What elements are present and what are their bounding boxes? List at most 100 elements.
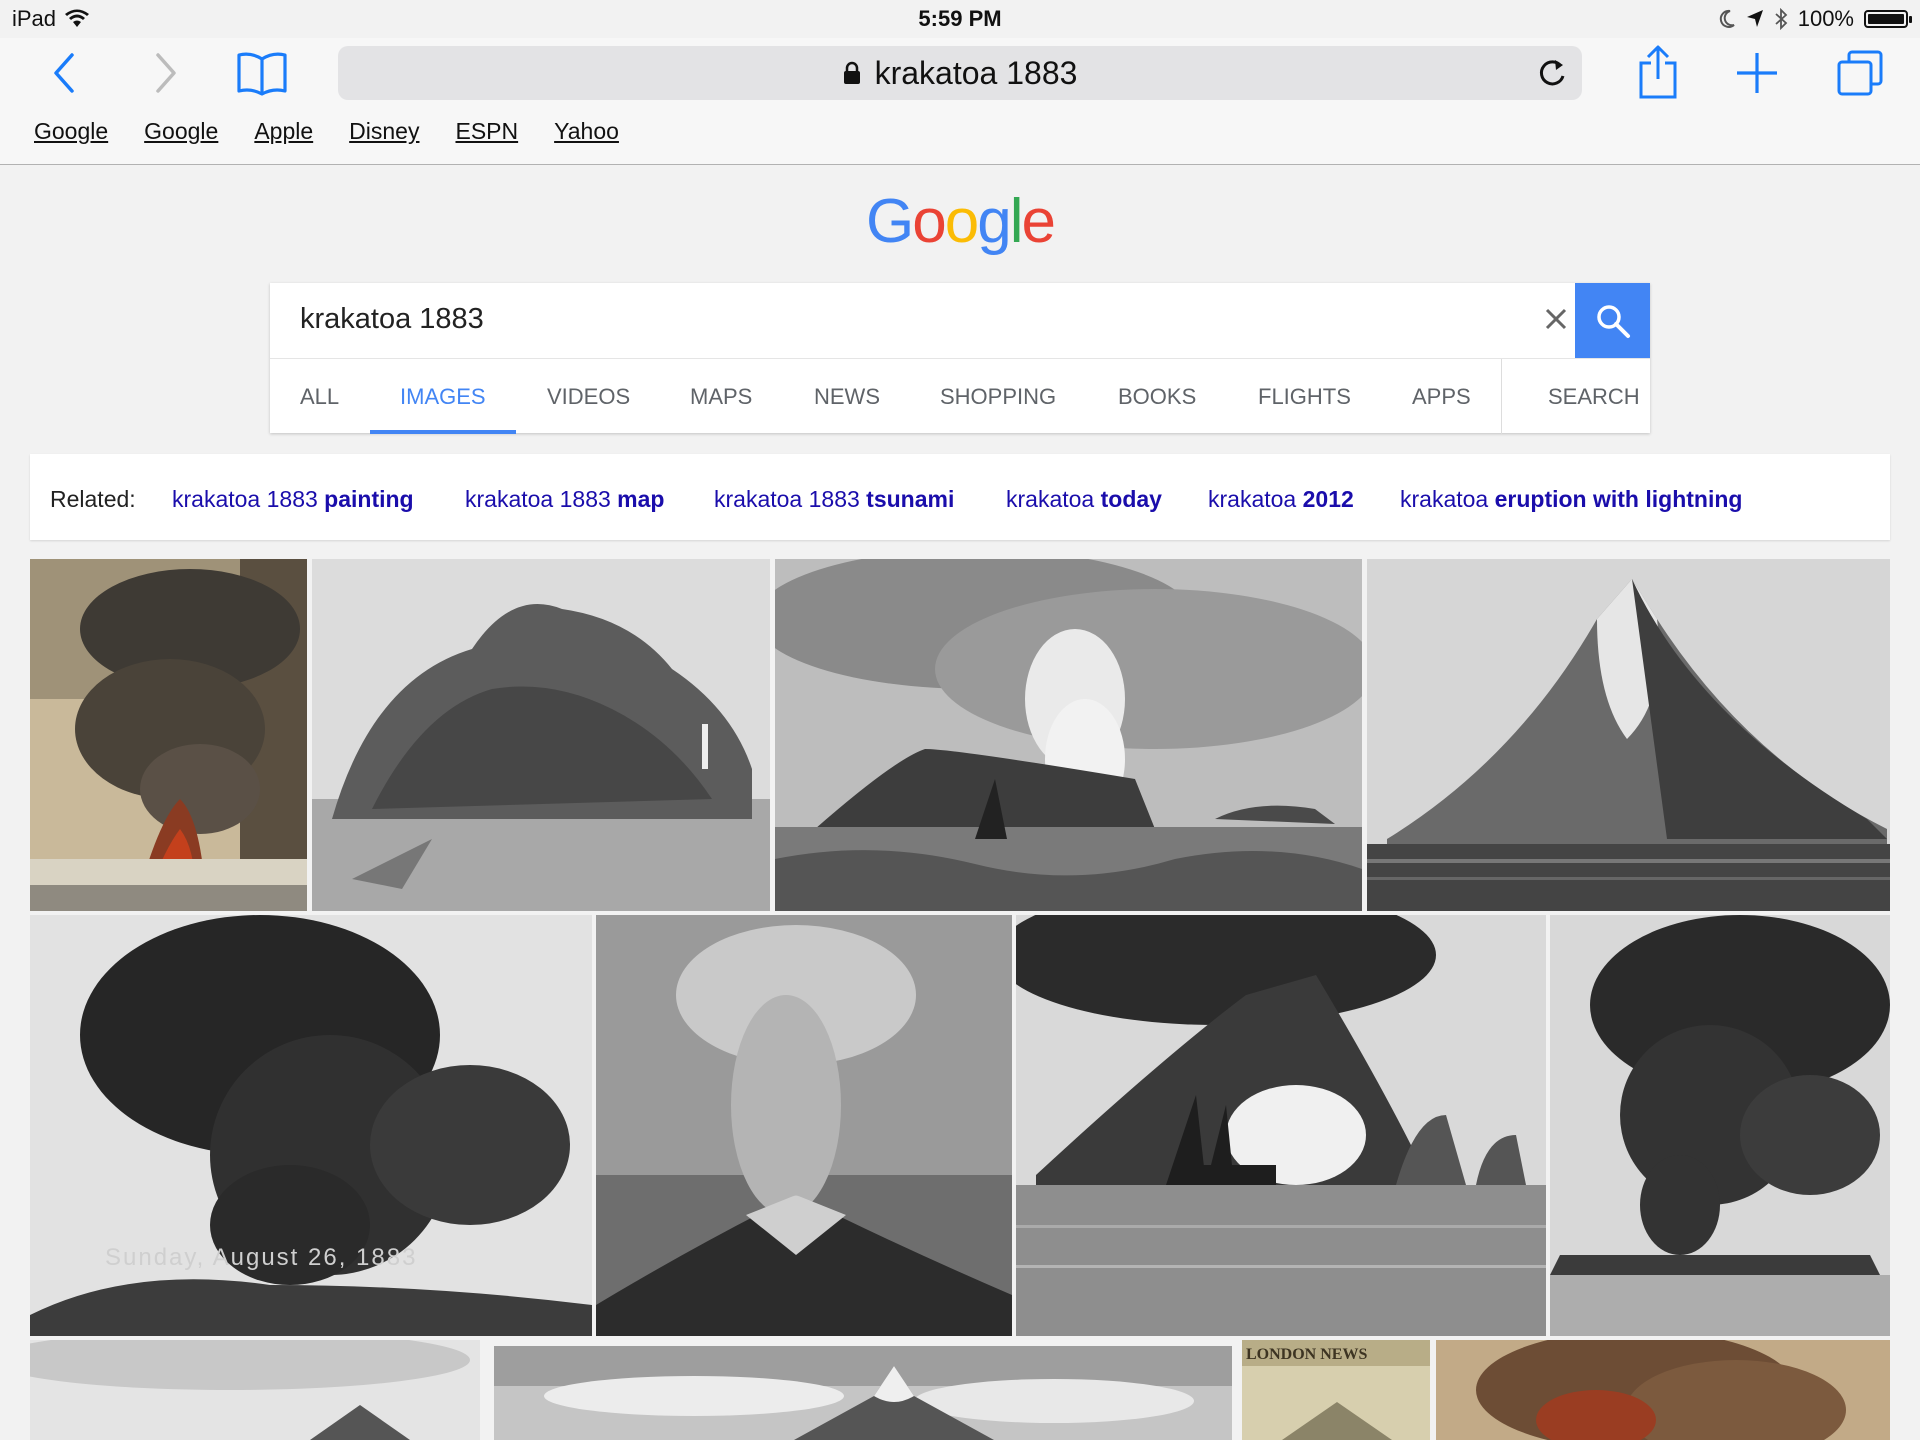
share-button[interactable] [1630,42,1686,102]
tab-videos[interactable]: VIDEOS [547,359,630,434]
related-base-text: krakatoa [1400,486,1489,512]
moon-icon [1719,9,1735,28]
new-tab-button[interactable] [1730,46,1784,100]
image-result-etching-wide[interactable] [494,1346,1232,1440]
tab-news[interactable]: NEWS [814,359,880,434]
image-result-island[interactable] [30,1340,480,1440]
related-chip[interactable]: krakatoa today [1006,486,1162,513]
google-logo[interactable]: Google [0,186,1920,257]
address-text: krakatoa 1883 [874,54,1078,91]
active-tab-indicator [370,430,516,434]
search-icon [1596,304,1630,338]
battery-icon [1864,10,1912,28]
image-result-eruption-sunday[interactable]: Sunday, August 26, 1883 [30,915,592,1336]
chevron-right-icon [156,53,176,93]
image-result-color-painting[interactable] [1436,1340,1890,1440]
tab-images[interactable]: IMAGES [370,359,516,434]
tab-all[interactable]: ALL [300,359,339,434]
back-button[interactable] [40,48,90,98]
search-tabs: ALL IMAGES VIDEOS MAPS NEWS SHOPPING BOO… [270,358,1650,434]
browser-toolbar: krakatoa 1883 Google Google Apple Disney… [0,38,1920,165]
tab-flights[interactable]: FLIGHTS [1258,359,1351,434]
related-chip[interactable]: krakatoa eruption with lightning [1400,486,1742,513]
bookmark-link[interactable]: Disney [349,118,419,145]
related-bold-text: 2012 [1302,486,1354,512]
logo-letter: G [866,187,914,256]
tab-shopping[interactable]: SHOPPING [940,359,1056,434]
tab-label: SHOPPING [940,384,1057,409]
logo-letter: e [1021,187,1056,256]
image-result-eruption-cloud[interactable] [1550,915,1890,1336]
close-icon [1545,308,1567,330]
related-bold-text: tsunami [866,486,955,512]
related-label: Related: [50,486,136,512]
bluetooth-icon [1775,8,1788,30]
related-bold-text: painting [324,486,414,512]
tab-label: MAPS [690,384,753,409]
battery-percent: 100% [1797,6,1854,31]
related-chip[interactable]: krakatoa 2012 [1208,486,1354,513]
image-result-eruption-ship[interactable] [1016,915,1546,1336]
bookmark-link[interactable]: Apple [254,118,313,145]
related-bold-text: map [617,486,665,512]
related-searches: Related: krakatoa 1883 painting krakatoa… [30,454,1890,540]
book-icon [237,52,287,96]
status-time: 5:59 PM [918,6,1002,31]
location-arrow-icon [1746,10,1763,27]
image-result-eruption-column[interactable] [596,915,1012,1336]
share-icon [1639,45,1677,99]
image-result-volcano-etching[interactable] [1367,559,1890,911]
bookmark-link[interactable]: Yahoo [554,118,619,145]
bookmarks-button[interactable] [232,46,292,100]
lock-icon [843,61,860,84]
tab-label: ALL [300,384,340,409]
related-chip[interactable]: krakatoa 1883 map [465,486,664,513]
tab-label: APPS [1412,384,1471,409]
reload-icon [1539,60,1565,86]
related-chip[interactable]: krakatoa 1883 tsunami [714,486,954,513]
image-result-photo[interactable] [312,559,770,911]
related-base-text: krakatoa 1883 [714,486,860,512]
tabs-divider [1501,359,1502,434]
image-result-engraving[interactable] [775,559,1362,911]
related-bold-text: eruption with lightning [1494,486,1743,512]
tabs-button[interactable] [1832,46,1888,100]
logo-letter: g [977,187,1012,256]
logo-letter: o [912,187,947,256]
bookmark-link[interactable]: ESPN [455,118,518,145]
tab-label: SEARCH [1548,384,1640,409]
forward-button[interactable] [140,48,190,98]
related-base-text: krakatoa 1883 [465,486,611,512]
image-result-painting[interactable] [30,559,307,911]
related-bold-text: today [1100,486,1162,512]
tab-label: BOOKS [1118,384,1197,409]
tab-label: FLIGHTS [1258,384,1351,409]
tab-search-tools[interactable]: SEARCH [1548,359,1650,434]
address-bar[interactable]: krakatoa 1883 [338,46,1582,100]
related-base-text: krakatoa [1208,486,1297,512]
search-panel: krakatoa 1883 ALL IMAGES VIDEOS MAPS NEW… [270,283,1650,434]
bookmark-link[interactable]: Google [34,118,108,145]
related-base-text: krakatoa 1883 [172,486,318,512]
image-result-london-news[interactable]: LONDON NEWS [1242,1340,1430,1440]
chevron-left-icon [54,53,74,93]
tab-books[interactable]: BOOKS [1118,359,1196,434]
image-caption: Sunday, August 26, 1883 [105,1244,417,1271]
search-input[interactable]: krakatoa 1883 [270,283,1575,356]
tab-label: NEWS [814,384,880,409]
reload-button[interactable] [1536,56,1568,98]
newspaper-title: LONDON NEWS [1246,1346,1367,1363]
tab-apps[interactable]: APPS [1412,359,1471,434]
tab-label: IMAGES [400,384,486,409]
related-chip[interactable]: krakatoa 1883 painting [172,486,414,513]
search-button[interactable] [1575,283,1650,358]
favorites-bar: Google Google Apple Disney ESPN Yahoo [34,118,619,145]
clear-search-button[interactable] [1532,297,1580,341]
plus-icon [1737,53,1777,93]
bookmark-link[interactable]: Google [144,118,218,145]
logo-letter: l [1009,187,1024,256]
tab-maps[interactable]: MAPS [690,359,752,434]
status-bar: iPad 5:59 PM 100% [0,0,1920,38]
logo-letter: o [944,187,980,256]
tab-label: VIDEOS [547,384,631,409]
